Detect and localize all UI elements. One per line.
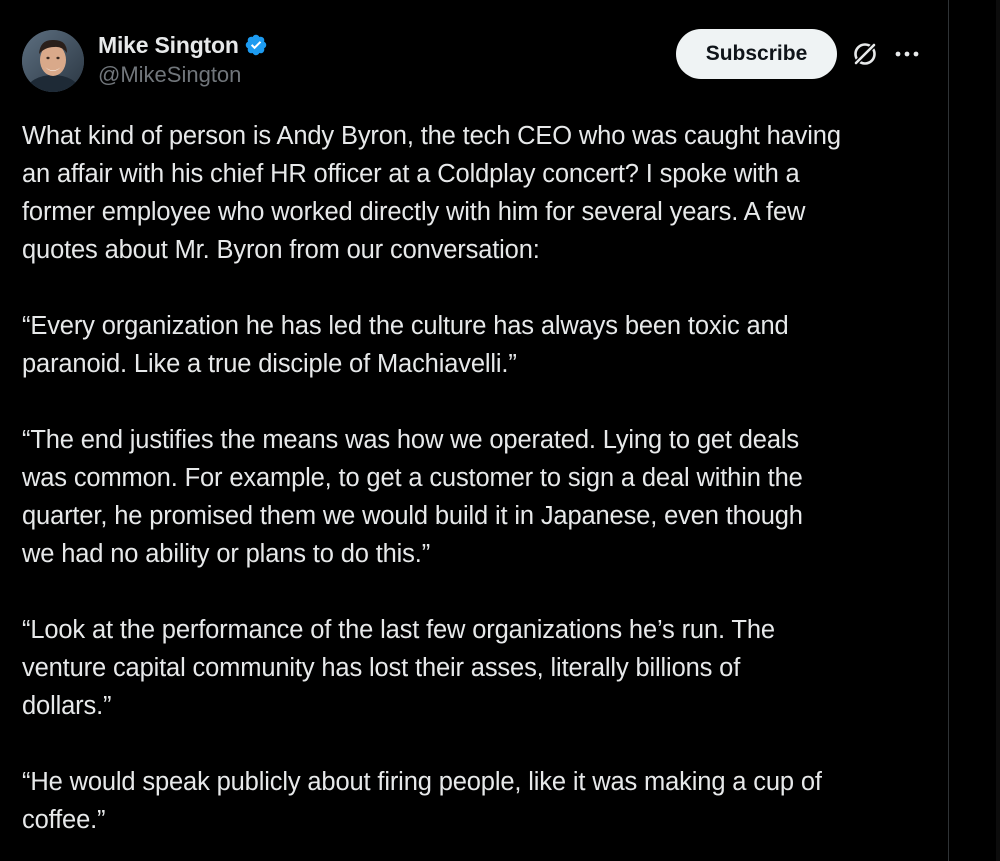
tweet-paragraph: What kind of person is Andy Byron, the t…: [22, 117, 932, 269]
author-handle[interactable]: @MikeSington: [98, 62, 241, 88]
grok-icon[interactable]: [851, 40, 879, 68]
tweet-paragraph: “The end justifies the means was how we …: [22, 421, 932, 573]
subscribe-button[interactable]: Subscribe: [676, 29, 837, 79]
tweet-line: What kind of person is Andy Byron, the t…: [22, 122, 841, 150]
tweet-line: paranoid. Like a true disciple of Machia…: [22, 350, 517, 378]
avatar[interactable]: [22, 30, 84, 92]
verified-badge-icon[interactable]: [244, 33, 268, 57]
avatar-photo-icon: [22, 30, 84, 92]
tweet-line: dollars.”: [22, 692, 112, 720]
tweet-line: quotes about Mr. Byron from our conversa…: [22, 236, 540, 264]
more-options-icon[interactable]: [892, 40, 922, 68]
tweet-line: we had no ability or plans to do this.”: [22, 540, 431, 568]
right-sidebar: [949, 0, 1000, 861]
tweet-line: coffee.”: [22, 806, 106, 834]
tweet-column: Mike Sington @MikeSington Subscribe What…: [0, 0, 948, 861]
tweet-paragraph: “Look at the performance of the last few…: [22, 611, 932, 725]
tweet-line: “Look at the performance of the last few…: [22, 616, 775, 644]
tweet-line: venture capital community has lost their…: [22, 654, 741, 682]
tweet-line: “He would speak publicly about firing pe…: [22, 768, 822, 796]
tweet-line: “The end justifies the means was how we …: [22, 426, 799, 454]
tweet-paragraph: “Every organization he has led the cultu…: [22, 307, 932, 383]
tweet-line: was common. For example, to get a custom…: [22, 464, 803, 492]
scrollbar-track[interactable]: [996, 0, 1000, 861]
tweet-text: What kind of person is Andy Byron, the t…: [22, 117, 932, 839]
tweet-line: former employee who worked directly with…: [22, 198, 806, 226]
author-display-name[interactable]: Mike Sington: [98, 32, 239, 59]
author-name-row[interactable]: Mike Sington: [98, 30, 268, 60]
tweet-line: an affair with his chief HR officer at a…: [22, 160, 800, 188]
tweet-line: quarter, he promised them we would build…: [22, 502, 803, 530]
tweet-line: “Every organization he has led the cultu…: [22, 312, 789, 340]
tweet-paragraph: “He would speak publicly about firing pe…: [22, 763, 932, 839]
